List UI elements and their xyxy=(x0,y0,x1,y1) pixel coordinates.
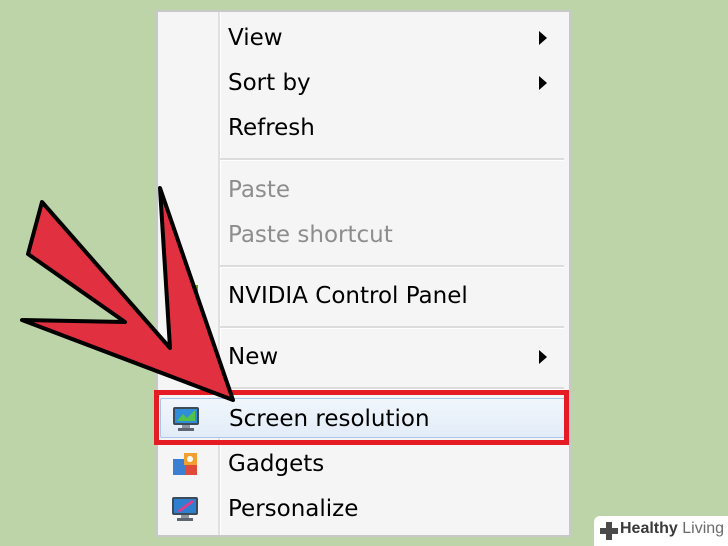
menu-separator xyxy=(220,265,564,268)
personalize-icon xyxy=(170,495,200,523)
menu-item-label: View xyxy=(228,25,283,51)
menu-item-sort-by[interactable]: Sort by xyxy=(158,63,569,103)
plus-logo-icon xyxy=(600,522,618,540)
gadgets-icon xyxy=(170,450,200,478)
menu-item-label: NVIDIA Control Panel xyxy=(228,283,468,309)
menu-item-label: Sort by xyxy=(228,70,311,96)
submenu-arrow-icon xyxy=(539,76,547,90)
menu-item-view[interactable]: View xyxy=(158,18,569,58)
watermark: Healthy Living xyxy=(594,516,728,546)
red-arrow-icon xyxy=(20,186,235,402)
menu-item-label: Personalize xyxy=(228,496,359,522)
submenu-arrow-icon xyxy=(539,31,547,45)
menu-item-gadgets[interactable]: Gadgets xyxy=(158,444,569,484)
watermark-text: Healthy Living xyxy=(620,520,725,537)
menu-item-label: Gadgets xyxy=(228,451,325,477)
menu-item-refresh[interactable]: Refresh xyxy=(158,108,569,148)
menu-item-personalize[interactable]: Personalize xyxy=(158,489,569,529)
submenu-arrow-icon xyxy=(539,350,547,364)
menu-item-label: Paste shortcut xyxy=(228,222,393,248)
menu-separator xyxy=(220,158,564,161)
menu-item-label: Refresh xyxy=(228,115,315,141)
menu-separator xyxy=(220,326,564,329)
